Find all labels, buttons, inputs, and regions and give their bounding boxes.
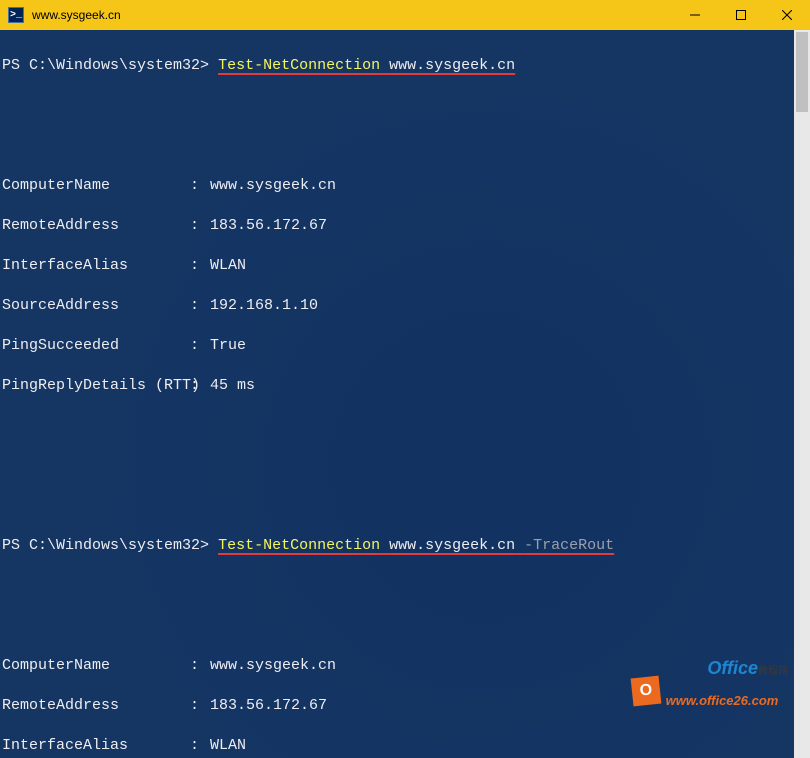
powershell-icon: >_: [8, 7, 24, 23]
result-val: True: [210, 336, 808, 356]
result-key: InterfaceAlias: [2, 736, 190, 756]
result-key: RemoteAddress: [2, 216, 190, 236]
result-row: InterfaceAlias: WLAN: [2, 256, 808, 276]
maximize-button[interactable]: [718, 0, 764, 30]
result-key: RemoteAddress: [2, 696, 190, 716]
close-button[interactable]: [764, 0, 810, 30]
blank-line: [2, 416, 808, 436]
result-val: WLAN: [210, 256, 808, 276]
result-val: 45 ms: [210, 376, 808, 396]
result-row: SourceAddress: 192.168.1.10: [2, 296, 808, 316]
watermark-brand: Office: [707, 658, 758, 678]
watermark-sub: 教程网: [758, 666, 788, 677]
blank-line: [2, 496, 808, 516]
cmdlet: Test-NetConnection: [218, 57, 380, 74]
titlebar[interactable]: >_ www.sysgeek.cn: [0, 0, 810, 30]
minimize-button[interactable]: [672, 0, 718, 30]
watermark-url: www.office26.com: [666, 694, 788, 707]
watermark-icon: O: [630, 675, 661, 706]
result-key: PingSucceeded: [2, 336, 190, 356]
prompt: PS C:\Windows\system32>: [2, 537, 209, 554]
result-key: ComputerName: [2, 656, 190, 676]
minimize-icon: [690, 10, 700, 20]
watermark: O Office教程网 www.office26.com: [607, 629, 788, 752]
result-row: RemoteAddress: 183.56.172.67: [2, 216, 808, 236]
titlebar-left: >_ www.sysgeek.cn: [0, 7, 121, 23]
cmd-arg: www.sysgeek.cn: [389, 57, 515, 74]
result-key: ComputerName: [2, 176, 190, 196]
result-key: InterfaceAlias: [2, 256, 190, 276]
blank-line: [2, 136, 808, 156]
terminal-output[interactable]: PS C:\Windows\system32> Test-NetConnecti…: [0, 30, 810, 758]
result-val: 183.56.172.67: [210, 216, 808, 236]
window-title: www.sysgeek.cn: [32, 8, 121, 22]
scrollbar-thumb[interactable]: [796, 32, 808, 112]
blank-line: [2, 456, 808, 476]
result-val: 192.168.1.10: [210, 296, 808, 316]
result-row: PingReplyDetails (RTT): 45 ms: [2, 376, 808, 396]
window-controls: [672, 0, 810, 30]
cmdlet: Test-NetConnection: [218, 537, 380, 554]
close-icon: [782, 10, 792, 20]
maximize-icon: [736, 10, 746, 20]
command-line-1: PS C:\Windows\system32> Test-NetConnecti…: [2, 56, 808, 76]
blank-line: [2, 96, 808, 116]
cmd-arg: www.sysgeek.cn: [389, 537, 515, 554]
blank-line: [2, 576, 808, 596]
result-row: PingSucceeded: True: [2, 336, 808, 356]
result-key: SourceAddress: [2, 296, 190, 316]
cmd-param: -TraceRout: [524, 537, 614, 554]
result-row: ComputerName: www.sysgeek.cn: [2, 176, 808, 196]
command-line-2: PS C:\Windows\system32> Test-NetConnecti…: [2, 536, 808, 556]
powershell-window: >_ www.sysgeek.cn PS C:\Windows\system32…: [0, 0, 810, 758]
scrollbar[interactable]: [794, 30, 810, 758]
prompt: PS C:\Windows\system32>: [2, 57, 209, 74]
result-val: www.sysgeek.cn: [210, 176, 808, 196]
result-key: PingReplyDetails (RTT): [2, 376, 190, 396]
